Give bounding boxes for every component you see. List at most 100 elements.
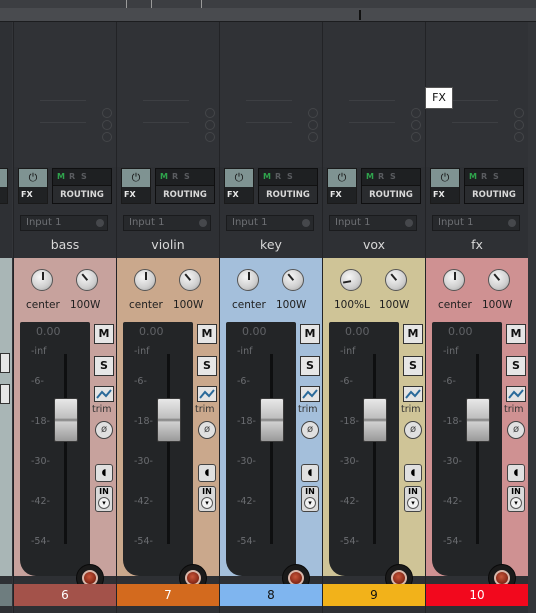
trim-label[interactable]: trim	[195, 404, 215, 415]
pan-knob[interactable]	[134, 269, 156, 291]
input-select[interactable]: Input 1	[226, 215, 314, 231]
phase-invert-icon[interactable]: ø	[404, 421, 422, 439]
s-indicator[interactable]: S	[184, 169, 196, 185]
speaker-icon[interactable]: ◖	[198, 464, 216, 482]
fx-chain-area[interactable]	[323, 22, 425, 167]
automation-button[interactable]	[197, 386, 217, 402]
fx-power-button[interactable]: ⏻ FX	[121, 168, 151, 204]
track-name[interactable]: fx	[426, 234, 528, 256]
speaker-icon[interactable]: ◖	[507, 464, 525, 482]
phase-invert-icon[interactable]: ø	[198, 421, 216, 439]
s-indicator[interactable]: S	[390, 169, 402, 185]
play-cursor[interactable]	[359, 10, 361, 20]
automation-button[interactable]	[94, 386, 114, 402]
width-knob[interactable]	[76, 269, 98, 291]
routing-panel[interactable]: M R S ROUTING	[464, 168, 524, 204]
input-select[interactable]: Input 1	[123, 215, 211, 231]
mute-button[interactable]: M	[94, 324, 114, 344]
fx-scroll[interactable]	[411, 108, 423, 142]
automation-button[interactable]	[403, 386, 423, 402]
gain-readout[interactable]: 0.00	[36, 325, 61, 338]
mute-button[interactable]: M	[403, 324, 423, 344]
pan-knob[interactable]	[443, 269, 465, 291]
routing-button[interactable]: ROUTING	[156, 185, 214, 203]
mute-button[interactable]: M	[300, 324, 320, 344]
fx-button[interactable]: FX	[431, 187, 459, 203]
volume-fader[interactable]	[466, 398, 490, 442]
fx-scroll[interactable]	[308, 108, 320, 142]
routing-panel[interactable]: M R S ROUTING	[52, 168, 112, 204]
timeline-ruler[interactable]	[0, 8, 536, 22]
track-number[interactable]: 7	[117, 584, 219, 606]
routing-button[interactable]: ROUTING	[53, 185, 111, 203]
input-select[interactable]: Input 1	[329, 215, 417, 231]
partial-solo-button[interactable]	[0, 384, 10, 404]
r-indicator[interactable]: R	[172, 169, 184, 185]
input-monitor-button[interactable]: IN ▾	[95, 486, 113, 512]
speaker-icon[interactable]: ◖	[301, 464, 319, 482]
volume-fader[interactable]	[157, 398, 181, 442]
fx-button[interactable]: FX	[122, 187, 150, 203]
routing-panel[interactable]: M R S ROUTING	[361, 168, 421, 204]
fx-power-button[interactable]: ⏻ FX	[18, 168, 48, 204]
gain-readout[interactable]: 0.00	[242, 325, 267, 338]
gain-readout[interactable]: 0.00	[139, 325, 164, 338]
routing-button[interactable]: ROUTING	[362, 185, 420, 203]
master-send-indicator[interactable]: M	[469, 169, 481, 185]
input-monitor-button[interactable]: IN ▾	[198, 486, 216, 512]
track-name[interactable]: bass	[14, 234, 116, 256]
master-send-indicator[interactable]: M	[160, 169, 172, 185]
pan-knob[interactable]	[237, 269, 259, 291]
mute-button[interactable]: M	[506, 324, 526, 344]
speaker-icon[interactable]: ◖	[404, 464, 422, 482]
phase-invert-icon[interactable]: ø	[95, 421, 113, 439]
r-indicator[interactable]: R	[275, 169, 287, 185]
width-knob[interactable]	[282, 269, 304, 291]
solo-button[interactable]: S	[197, 356, 217, 376]
s-indicator[interactable]: S	[493, 169, 505, 185]
routing-panel[interactable]: M R S ROUTING	[258, 168, 318, 204]
r-indicator[interactable]: R	[69, 169, 81, 185]
automation-button[interactable]	[300, 386, 320, 402]
solo-button[interactable]: S	[403, 356, 423, 376]
track-number[interactable]: 9	[323, 584, 425, 606]
speaker-icon[interactable]: ◖	[95, 464, 113, 482]
volume-fader[interactable]	[363, 398, 387, 442]
solo-button[interactable]: S	[300, 356, 320, 376]
width-knob[interactable]	[179, 269, 201, 291]
fx-scroll[interactable]	[205, 108, 217, 142]
phase-invert-icon[interactable]: ø	[301, 421, 319, 439]
automation-button[interactable]	[506, 386, 526, 402]
fx-scroll[interactable]	[514, 108, 526, 142]
pan-knob[interactable]	[340, 269, 362, 291]
fx-chain-area[interactable]	[117, 22, 219, 167]
phase-invert-icon[interactable]: ø	[507, 421, 525, 439]
track-name[interactable]: violin	[117, 234, 219, 256]
r-indicator[interactable]: R	[481, 169, 493, 185]
input-monitor-button[interactable]: IN ▾	[404, 486, 422, 512]
r-indicator[interactable]: R	[378, 169, 390, 185]
fx-button[interactable]: FX	[225, 187, 253, 203]
input-select[interactable]: Input 1	[20, 215, 108, 231]
fx-power-button[interactable]: ⏻ FX	[327, 168, 357, 204]
gain-readout[interactable]: 0.00	[345, 325, 370, 338]
fx-power-button[interactable]: ⏻ FX	[224, 168, 254, 204]
routing-button[interactable]: ROUTING	[259, 185, 317, 203]
width-knob[interactable]	[488, 269, 510, 291]
s-indicator[interactable]: S	[81, 169, 93, 185]
fx-button[interactable]: FX	[328, 187, 356, 203]
fx-chain-area[interactable]	[220, 22, 322, 167]
solo-button[interactable]: S	[94, 356, 114, 376]
input-monitor-button[interactable]: IN ▾	[507, 486, 525, 512]
fx-scroll[interactable]	[102, 108, 114, 142]
volume-fader[interactable]	[260, 398, 284, 442]
track-number[interactable]: 10	[426, 584, 528, 606]
trim-label[interactable]: trim	[504, 404, 524, 415]
track-name[interactable]: vox	[323, 234, 425, 256]
routing-button[interactable]: ROUTING	[465, 185, 523, 203]
partial-mute-button[interactable]	[0, 353, 10, 373]
fx-button[interactable]: FX	[19, 187, 47, 203]
input-monitor-button[interactable]: IN ▾	[301, 486, 319, 512]
fx-chain-area[interactable]	[14, 22, 116, 167]
solo-button[interactable]: S	[506, 356, 526, 376]
